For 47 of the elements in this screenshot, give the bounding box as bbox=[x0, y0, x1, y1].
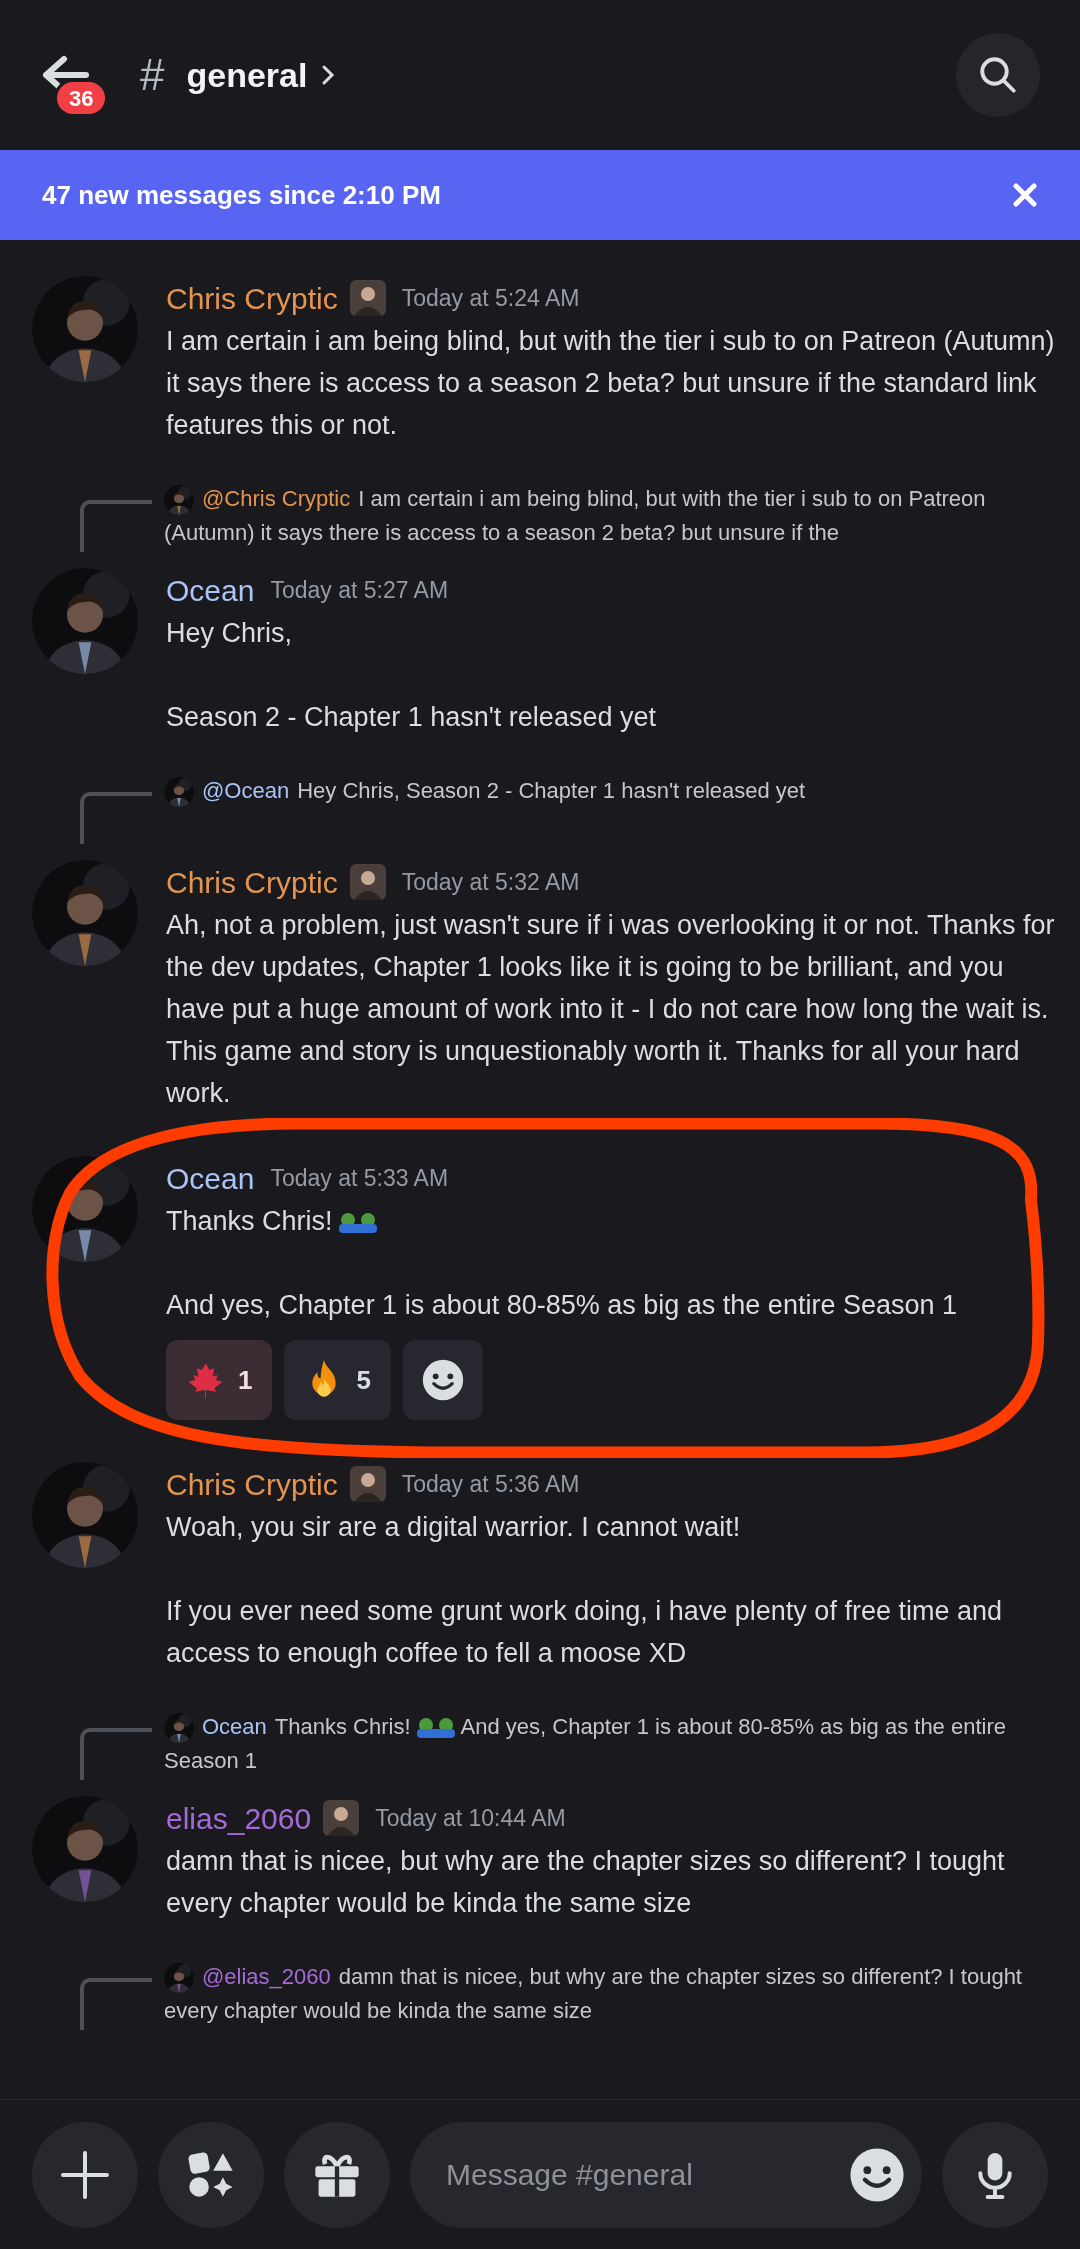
timestamp: Today at 5:24 AM bbox=[401, 283, 580, 313]
frog-emoji-icon bbox=[414, 1717, 457, 1740]
reply-connector bbox=[80, 500, 152, 552]
message-text: Hey Chris, bbox=[166, 617, 294, 650]
channel-name[interactable]: general bbox=[186, 49, 308, 101]
reaction-chip[interactable]: 5 bbox=[284, 1340, 391, 1420]
reply-preview[interactable]: @Chris Cryptic I am certain i am being blind, but with the tier i sub to on Patreon (Autumn) it says there is access to a season 2 beta? but unsure if the bbox=[164, 482, 1050, 552]
reaction-chip[interactable]: 1 bbox=[166, 1340, 273, 1420]
author-name[interactable]: Ocean bbox=[166, 567, 255, 613]
new-messages-banner[interactable]: 47 new messages since 2:10 PM bbox=[0, 150, 1080, 240]
back-button[interactable]: 36 bbox=[40, 35, 120, 115]
search-icon bbox=[977, 54, 1019, 96]
author-name[interactable]: Ocean bbox=[166, 1155, 255, 1201]
frog-emoji-icon bbox=[336, 1211, 379, 1234]
message-input[interactable]: Message #general bbox=[410, 2121, 922, 2228]
message-text: And yes, Chapter 1 is about 80-85% as big as the entire Season 1 bbox=[166, 1289, 957, 1322]
message-text: If you ever need some grunt work doing, i have plenty of free time and access to enough coffee to fell a moose XD bbox=[166, 1595, 1003, 1670]
reply-preview[interactable]: @elias_2060 damn that is nicee, but why are the chapter sizes so different? I tought every chapter would be kinda the same size bbox=[164, 1960, 1050, 2030]
channel-symbol: # bbox=[140, 49, 165, 101]
author-name[interactable]: Chris Cryptic bbox=[166, 275, 338, 321]
message-text: Ah, not a problem, just wasn't sure if i was overlooking it or not. Thanks for the dev updates, Chapter 1 looks like it is going to be brilliant, and you have put a huge amount of work into it - I do not care how long the wait is. This game and story is unquestionably worth it. Thanks for all your hard work. bbox=[166, 909, 1056, 1110]
plus-icon bbox=[60, 2149, 110, 2200]
smiley-icon bbox=[420, 1358, 465, 1402]
reply-preview[interactable]: Ocean Thanks Chris! And yes, Chapter 1 is about 80-85% as big as the entire Season 1 bbox=[164, 1710, 1050, 1780]
reply-preview[interactable]: @Ocean Hey Chris, Season 2 - Chapter 1 hasn't released yet bbox=[164, 774, 806, 844]
reply-connector bbox=[80, 1728, 152, 1780]
timestamp: Today at 5:36 AM bbox=[401, 1469, 580, 1499]
message-text: Woah, you sir are a digital warrior. I cannot wait! bbox=[166, 1511, 742, 1544]
banner-text: 47 new messages since 2:10 PM bbox=[42, 178, 442, 212]
message-text: Thanks Chris! bbox=[166, 1200, 957, 1242]
timestamp: Today at 5:33 AM bbox=[270, 1163, 449, 1193]
timestamp: Today at 5:32 AM bbox=[401, 867, 580, 897]
reply-connector bbox=[80, 792, 152, 844]
smiley-icon[interactable] bbox=[848, 2145, 906, 2204]
author-name[interactable]: Chris Cryptic bbox=[166, 859, 338, 905]
chevron-right-icon bbox=[321, 63, 336, 87]
reply-connector bbox=[80, 1978, 152, 2030]
add-reaction-button[interactable] bbox=[402, 1340, 483, 1420]
message-text: I am certain i am being blind, but with the tier i sub to on Patreon (Autumn) it says there is access to a season 2 beta? but unsure if the standard link features this or not. bbox=[166, 325, 1056, 442]
close-icon[interactable] bbox=[1012, 182, 1038, 208]
author-name[interactable]: Chris Cryptic bbox=[166, 1461, 338, 1507]
author-name[interactable]: elias_2060 bbox=[166, 1795, 312, 1841]
timestamp: Today at 5:27 AM bbox=[270, 575, 449, 605]
message-text: Season 2 - Chapter 1 hasn't released yet bbox=[166, 701, 656, 734]
timestamp: Today at 10:44 AM bbox=[375, 1803, 566, 1833]
message-field[interactable]: Message #general bbox=[446, 2152, 848, 2197]
message-text: damn that is nicee, but why are the chapter sizes so different? I tought every chapter would be kinda the same size bbox=[166, 1845, 1006, 1920]
